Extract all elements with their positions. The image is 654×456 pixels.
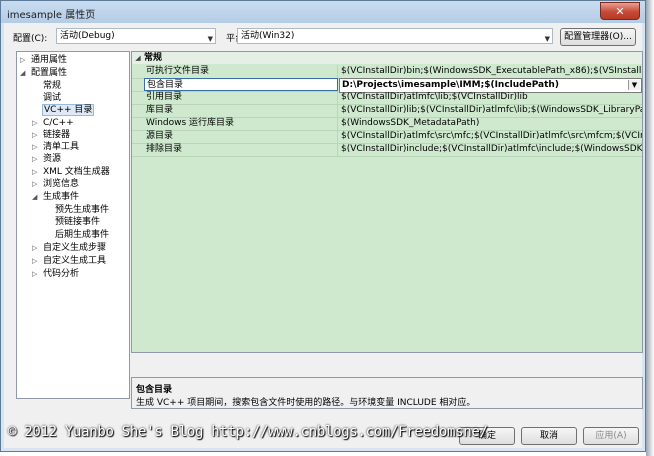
tree-item[interactable]: 预先生成事件 xyxy=(44,204,110,216)
tree-item[interactable]: ▷ 浏览信息 xyxy=(32,178,80,190)
property-row[interactable]: 排除目录 $(VCInstallDir)include;$(VCInstallD… xyxy=(132,143,642,157)
title-bar[interactable]: imesample 属性页 ✕ xyxy=(1,1,645,23)
property-value[interactable]: $(VCInstallDir)lib;$(VCInstallDir)atlmfc… xyxy=(339,104,642,117)
property-row[interactable]: 源目录 $(VCInstallDir)atlmfc\src\mfc;$(VCIn… xyxy=(132,130,642,144)
property-value[interactable]: D:\Projects\imesample\IMM;$(IncludePath) xyxy=(342,80,559,90)
tree-item[interactable]: ▷ 自定义生成工具 xyxy=(32,255,107,267)
tree-expand-icon[interactable]: ▷ xyxy=(32,153,42,165)
tree-expand-icon[interactable]: ▷ xyxy=(32,255,42,267)
tree-expand-icon[interactable]: ▷ xyxy=(32,178,42,190)
property-grid[interactable]: ◢ 常规 可执行文件目录 $(VCInstallDir)bin;$(Windows… xyxy=(131,51,643,353)
tree-expand-icon[interactable]: ▷ xyxy=(32,141,42,153)
cancel-button[interactable]: 取消 xyxy=(521,427,577,445)
blog-watermark: © 2012 Yuanbo She's Blog http://www.cnbl… xyxy=(8,424,488,440)
chevron-down-icon: ▼ xyxy=(207,35,213,43)
description-title: 包含目录 xyxy=(136,385,173,395)
tree-expand-icon[interactable]: ▷ xyxy=(32,166,42,178)
tree-item[interactable]: 调试 xyxy=(32,92,62,104)
property-name: 排除目录 xyxy=(144,143,338,156)
property-pages-dialog: imesample 属性页 ✕ 配置(C): 活动(Debug) ▼ 平台(P)… xyxy=(0,0,646,452)
property-row[interactable]: 引用目录 $(VCInstallDir)atlmfc\lib;$(VCInsta… xyxy=(132,91,642,105)
dialog-content: 配置(C): 活动(Debug) ▼ 平台(P): 活动(Win32) ▼ 配置… xyxy=(4,23,643,448)
property-name: 源目录 xyxy=(144,130,338,143)
close-button[interactable]: ✕ xyxy=(600,2,640,20)
description-panel: 包含目录 生成 VC++ 项目期间，搜索包含文件时使用的路径。与环境变量 INC… xyxy=(131,377,643,409)
chevron-down-icon[interactable]: ▼ xyxy=(628,80,640,90)
tree-item[interactable]: ▷ 链接器 xyxy=(32,129,71,141)
property-row-selected[interactable]: 包含目录 D:\Projects\imesample\IMM;$(Include… xyxy=(132,78,642,93)
property-name: 包含目录 xyxy=(144,78,338,91)
tree-collapse-icon[interactable]: ◢ xyxy=(20,67,30,79)
tree-item-selected[interactable]: VC++ 目录 xyxy=(32,104,95,116)
tree-item[interactable]: ▷ 清单工具 xyxy=(32,141,80,153)
property-value[interactable]: $(WindowsSDK_MetadataPath) xyxy=(339,117,642,130)
platform-select-value: 活动(Win32) xyxy=(241,31,295,41)
tree-expand-icon[interactable]: ▷ xyxy=(32,242,42,254)
property-name: Windows 运行库目录 xyxy=(144,117,338,130)
apply-button[interactable]: 应用(A) xyxy=(583,427,639,445)
property-value[interactable]: $(VCInstallDir)include;$(VCInstallDir)at… xyxy=(339,143,642,156)
tree-item[interactable]: ▷ 代码分析 xyxy=(32,268,80,280)
window-shadow xyxy=(646,0,654,456)
section-header[interactable]: ◢ 常规 xyxy=(132,52,642,64)
tree-item[interactable]: 预链接事件 xyxy=(44,216,101,228)
property-value[interactable]: $(VCInstallDir)atlmfc\src\mfc;$(VCInstal… xyxy=(339,130,642,143)
property-value[interactable]: $(VCInstallDir)bin;$(WindowsSDK_Executab… xyxy=(339,65,642,78)
tree-collapse-icon[interactable]: ◢ xyxy=(32,191,42,203)
section-title: 常规 xyxy=(144,53,163,63)
tree-item[interactable]: 后期生成事件 xyxy=(44,229,110,241)
config-select[interactable]: 活动(Debug) ▼ xyxy=(56,28,216,44)
tree-item[interactable]: ▷ 资源 xyxy=(32,153,62,165)
chevron-down-icon: ▼ xyxy=(544,35,550,43)
property-value[interactable]: $(VCInstallDir)atlmfc\lib;$(VCInstallDir… xyxy=(339,91,642,104)
window-title: imesample 属性页 xyxy=(7,10,96,21)
config-label: 配置(C): xyxy=(13,34,48,44)
property-name: 库目录 xyxy=(144,104,338,117)
tree-expand-icon[interactable]: ▷ xyxy=(20,54,30,66)
property-name: 引用目录 xyxy=(144,91,338,104)
platform-select[interactable]: 活动(Win32) ▼ xyxy=(237,28,553,44)
section-collapse-icon[interactable]: ◢ xyxy=(132,52,144,64)
tree-item[interactable]: ▷ C/C++ xyxy=(32,117,75,129)
config-manager-button[interactable]: 配置管理器(O)... xyxy=(560,28,636,46)
description-text: 生成 VC++ 项目期间，搜索包含文件时使用的路径。与环境变量 INCLUDE … xyxy=(136,398,476,408)
tree-item[interactable]: ▷ 自定义生成步骤 xyxy=(32,242,107,254)
tree-item[interactable]: ◢ 配置属性 xyxy=(20,67,68,79)
tree-item[interactable]: ▷ XML 文档生成器 xyxy=(32,166,111,178)
tree-item[interactable]: ◢ 生成事件 xyxy=(32,191,80,203)
tree-expand-icon[interactable]: ▷ xyxy=(32,129,42,141)
property-name: 可执行文件目录 xyxy=(144,65,338,78)
property-row[interactable]: 可执行文件目录 $(VCInstallDir)bin;$(WindowsSDK_… xyxy=(132,65,642,79)
tree-item[interactable]: 常规 xyxy=(32,80,62,92)
property-row[interactable]: 库目录 $(VCInstallDir)lib;$(VCInstallDir)at… xyxy=(132,104,642,118)
tree-item[interactable]: ▷ 通用属性 xyxy=(20,54,68,66)
config-select-value: 活动(Debug) xyxy=(60,31,115,41)
tree-expand-icon[interactable]: ▷ xyxy=(32,117,42,129)
property-row[interactable]: Windows 运行库目录 $(WindowsSDK_MetadataPath) xyxy=(132,117,642,131)
tree-expand-icon[interactable]: ▷ xyxy=(32,268,42,280)
configuration-bar: 配置(C): 活动(Debug) ▼ 平台(P): 活动(Win32) ▼ 配置… xyxy=(4,23,642,51)
property-tree[interactable]: ▷ 通用属性 ◢ 配置属性 常规 调试 VC++ 目录 ▷ C/C++ ▷ 链接器 ▷ 清… xyxy=(16,51,130,399)
